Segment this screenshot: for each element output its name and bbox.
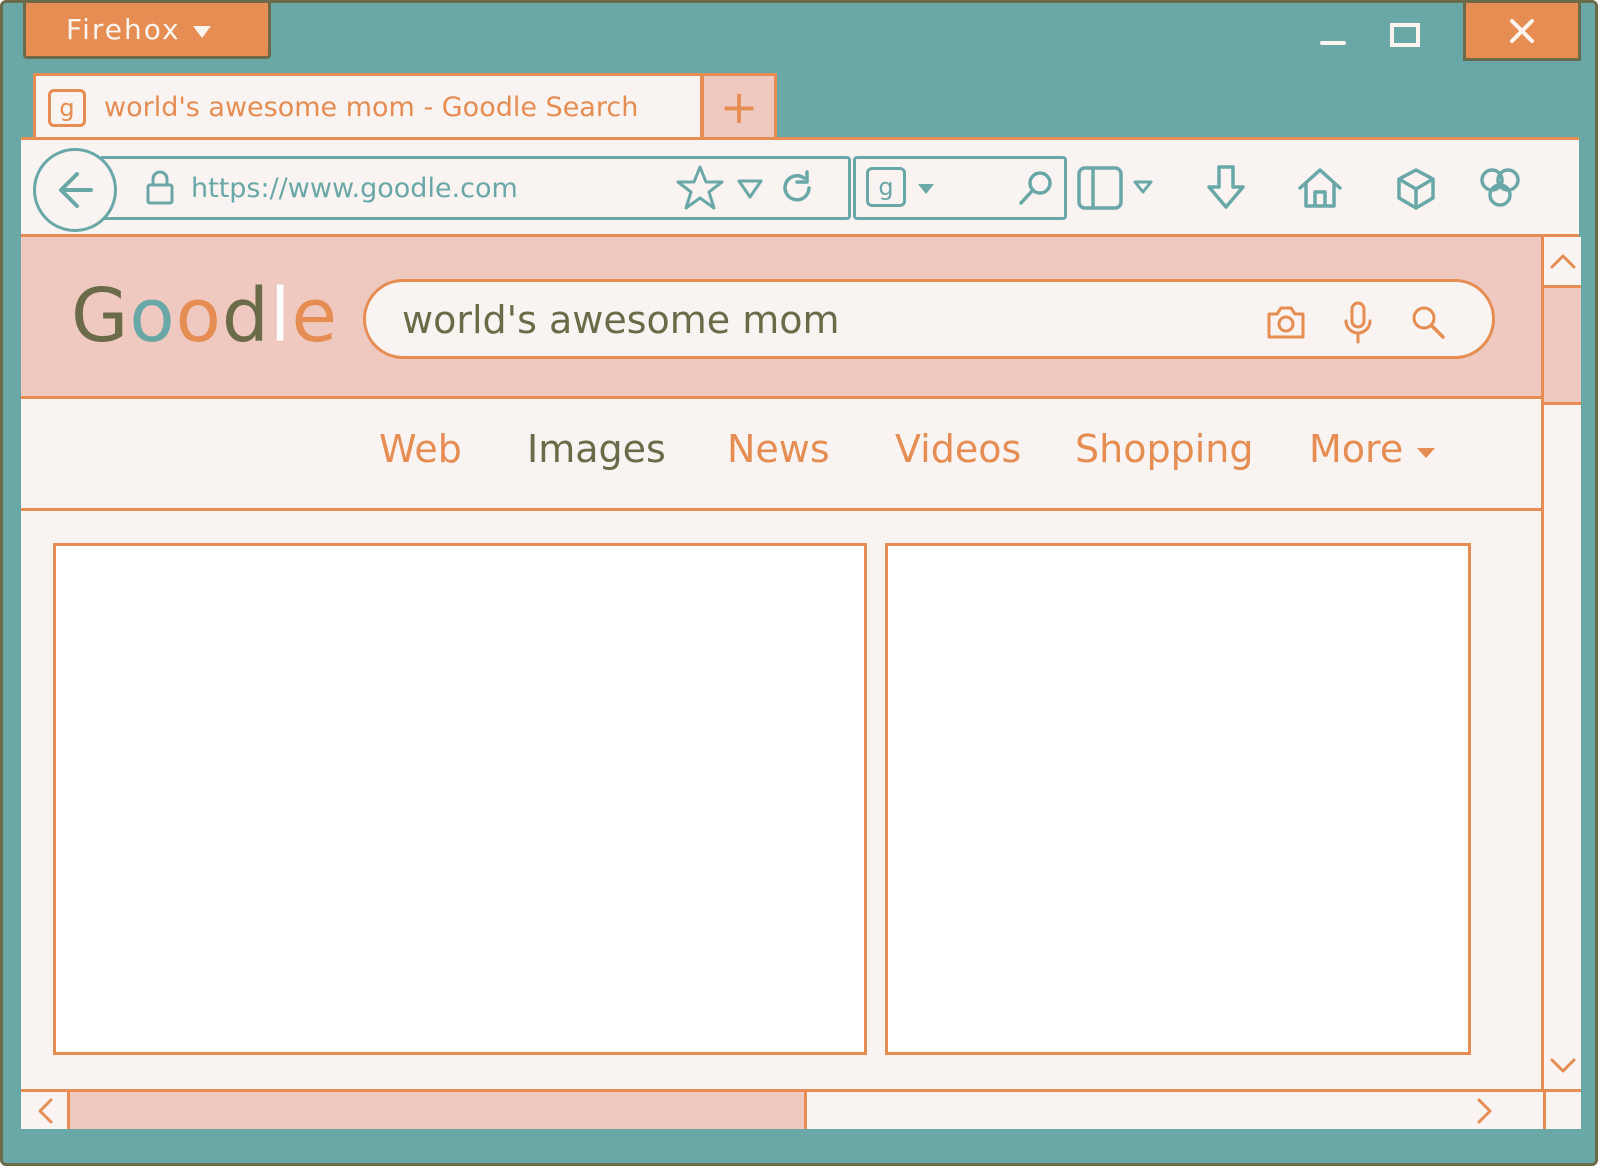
- logo-letter: d: [221, 273, 270, 359]
- url-text: https://www.goodle.com: [191, 172, 518, 204]
- logo-letter: l: [269, 273, 292, 359]
- chevron-left-icon: [38, 1098, 53, 1123]
- scrollbar-corner: [1543, 1089, 1581, 1129]
- cube-button[interactable]: [1391, 162, 1441, 216]
- nav-news[interactable]: News: [727, 427, 830, 471]
- horizontal-scrollbar[interactable]: [21, 1089, 1543, 1129]
- url-bar[interactable]: https://www.goodle.com: [101, 156, 851, 220]
- horizontal-scroll-thumb[interactable]: [67, 1092, 807, 1129]
- sidebar-button[interactable]: [1073, 162, 1163, 214]
- minimize-icon: [1320, 41, 1346, 45]
- cube-icon: [1397, 168, 1435, 210]
- minimize-button[interactable]: [1303, 9, 1363, 59]
- browser-window: Firehox g world's awesome mom - Goodle S…: [0, 0, 1598, 1166]
- tab-active[interactable]: g world's awesome mom - Goodle Search: [33, 73, 703, 139]
- tab-favicon: g: [48, 88, 86, 127]
- vertical-scroll-thumb[interactable]: [1544, 285, 1581, 405]
- home-icon: [1298, 168, 1342, 208]
- vertical-scrollbar[interactable]: [1541, 237, 1581, 1089]
- back-button[interactable]: [33, 148, 117, 232]
- logo-letter: e: [291, 273, 338, 359]
- nav-images[interactable]: Images: [527, 427, 666, 471]
- scroll-up-button[interactable]: [1544, 241, 1581, 281]
- tab-title: world's awesome mom - Goodle Search: [104, 92, 639, 123]
- search-input[interactable]: world's awesome mom: [402, 298, 840, 342]
- maximize-icon: [1390, 23, 1420, 47]
- chevron-right-icon: [1477, 1098, 1492, 1123]
- back-arrow-icon: [59, 172, 93, 208]
- app-menu-label: Firehox: [66, 13, 181, 46]
- voice-search-button[interactable]: [1336, 300, 1380, 344]
- chevron-down-icon: [1550, 1058, 1575, 1073]
- scroll-left-button[interactable]: [25, 1092, 65, 1129]
- app-menu-button[interactable]: Firehox: [23, 3, 271, 59]
- new-tab-button[interactable]: +: [701, 73, 777, 137]
- nav-shopping[interactable]: Shopping: [1075, 427, 1253, 471]
- search-bar[interactable]: world's awesome mom: [363, 279, 1495, 359]
- more-dropdown-icon: [1417, 448, 1436, 458]
- scroll-right-button[interactable]: [1465, 1092, 1505, 1129]
- app-menu-dropdown-icon: [192, 25, 211, 38]
- nav-videos[interactable]: Videos: [895, 427, 1021, 471]
- search-icon: [1412, 306, 1445, 339]
- download-icon: [1207, 165, 1245, 209]
- nav-more[interactable]: More: [1309, 427, 1437, 471]
- goodle-logo[interactable]: Goodle: [71, 273, 338, 359]
- nav-more-label: More: [1309, 427, 1404, 471]
- close-icon: [1510, 18, 1534, 43]
- download-button[interactable]: [1201, 160, 1251, 216]
- page-viewport: Goodle world's awesome mom Web Images Ne…: [21, 237, 1581, 1129]
- logo-letter: o: [175, 273, 222, 359]
- close-window-button[interactable]: [1463, 3, 1581, 61]
- extensions-button[interactable]: [1473, 162, 1525, 214]
- dropdown-icon[interactable]: [735, 173, 765, 203]
- logo-letter: o: [129, 273, 176, 359]
- home-button[interactable]: [1295, 160, 1345, 216]
- search-engine-icon: g: [866, 167, 906, 207]
- result-image-right[interactable]: [885, 543, 1471, 1055]
- lock-icon: [146, 170, 174, 205]
- star-icon[interactable]: [675, 163, 725, 213]
- camera-icon: [1267, 306, 1305, 339]
- extensions-icon: [1480, 168, 1520, 207]
- result-image-left[interactable]: [53, 543, 867, 1055]
- logo-letter: G: [71, 273, 130, 359]
- microphone-icon: [1344, 301, 1372, 344]
- camera-search-button[interactable]: [1264, 300, 1308, 344]
- search-engine-dropdown-icon[interactable]: [916, 179, 936, 199]
- sidebar-icon: [1077, 166, 1153, 210]
- scroll-down-button[interactable]: [1544, 1045, 1581, 1085]
- toolbar: https://www.goodle.com g: [21, 137, 1579, 237]
- nav-web[interactable]: Web: [379, 427, 462, 471]
- search-engine-box[interactable]: g: [853, 156, 1067, 220]
- search-header: Goodle world's awesome mom: [21, 237, 1541, 399]
- maximize-button[interactable]: [1375, 9, 1435, 59]
- chevron-up-icon: [1550, 254, 1575, 269]
- search-nav: Web Images News Videos Shopping More: [21, 399, 1541, 511]
- search-submit-button[interactable]: [1406, 300, 1450, 344]
- search-icon[interactable]: [1016, 167, 1058, 209]
- reload-icon[interactable]: [777, 168, 817, 208]
